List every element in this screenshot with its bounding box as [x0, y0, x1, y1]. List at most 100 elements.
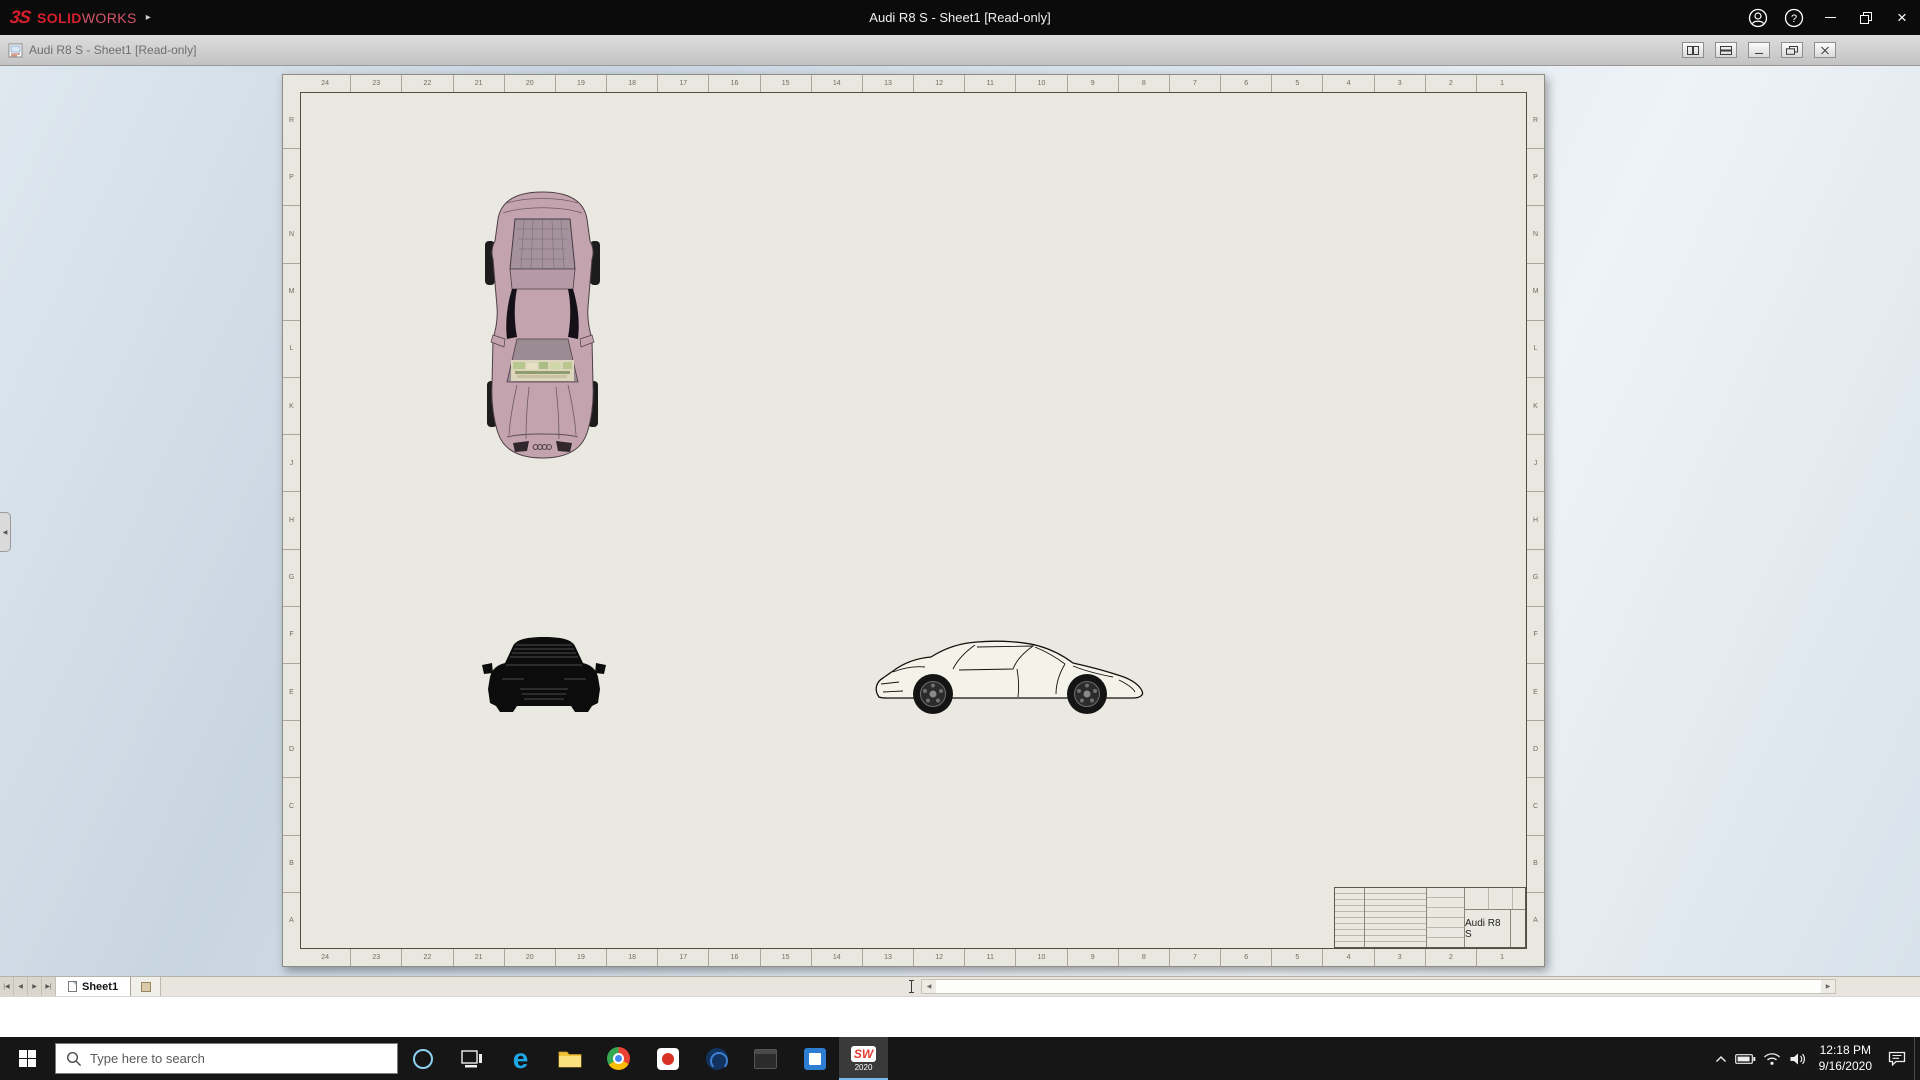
cortana-button[interactable] — [398, 1037, 447, 1080]
solidworks-taskbar-button[interactable]: SW 2020 — [839, 1037, 888, 1080]
account-button[interactable] — [1740, 0, 1776, 35]
doc-close-button[interactable] — [1814, 42, 1836, 58]
ruler-zone-label: 23 — [350, 75, 401, 92]
ruler-zone-label: 9 — [1067, 75, 1118, 92]
ruler-zone-label: 11 — [964, 75, 1015, 92]
tray-overflow-button[interactable] — [1709, 1037, 1733, 1080]
ruler-zone-label: C — [283, 777, 300, 834]
file-explorer-button[interactable] — [545, 1037, 594, 1080]
task-view-button[interactable] — [447, 1037, 496, 1080]
red-app-icon — [657, 1048, 679, 1070]
next-sheet-button[interactable]: ▶ — [28, 977, 42, 996]
edge-button[interactable]: e — [496, 1037, 545, 1080]
first-sheet-button[interactable]: |◀ — [0, 977, 14, 996]
close-icon: × — [1897, 9, 1907, 26]
scroll-right-button[interactable]: ▶ — [1821, 980, 1835, 993]
document-titlebar: Audi R8 S - Sheet1 [Read-only] — [0, 35, 1920, 66]
cortana-icon — [413, 1049, 433, 1069]
app-button-2[interactable] — [692, 1037, 741, 1080]
pane-splitter-handle[interactable] — [909, 980, 914, 993]
desktop-gap — [0, 996, 1920, 1037]
minimize-button[interactable] — [1812, 0, 1848, 35]
app-button-1[interactable] — [643, 1037, 692, 1080]
drawing-view-top[interactable] — [477, 189, 608, 461]
tab-sheet1[interactable]: Sheet1 — [56, 977, 131, 996]
ruler-zone-label: 12 — [913, 949, 964, 966]
doc-tile-vertical-button[interactable] — [1682, 42, 1704, 58]
featuremanager-flyout-tab[interactable]: ◀ — [0, 512, 11, 552]
ruler-zone-label: 8 — [1118, 949, 1169, 966]
solidworks-brand: 3S SOLIDWORKS ▸ — [0, 7, 151, 28]
ruler-zone-label: 18 — [606, 75, 657, 92]
next-sheet-icon: ▶ — [32, 984, 37, 990]
ruler-zone-label: A — [1527, 892, 1544, 949]
ruler-zone-label: 6 — [1220, 75, 1271, 92]
drawing-view-front[interactable] — [480, 633, 608, 718]
sheet-paper[interactable]: Audi R8 S — [300, 92, 1527, 949]
scroll-left-button[interactable]: ◀ — [922, 980, 936, 993]
ruler-zone-label: 14 — [811, 75, 862, 92]
close-button[interactable]: × — [1884, 0, 1920, 35]
show-desktop-button[interactable] — [1914, 1037, 1920, 1080]
drawing-sheet[interactable]: 242322212019181716151413121110987654321 … — [282, 74, 1545, 967]
volume-button[interactable] — [1785, 1037, 1811, 1080]
doc-tile-horizontal-button[interactable] — [1715, 42, 1737, 58]
ruler-zone-label: G — [283, 549, 300, 606]
ruler-zone-label: A — [283, 892, 300, 949]
ruler-zone-label: P — [1527, 148, 1544, 205]
taskbar-search-box[interactable] — [55, 1043, 398, 1074]
battery-button[interactable] — [1733, 1037, 1759, 1080]
action-center-button[interactable] — [1880, 1037, 1914, 1080]
ruler-zone-label: B — [283, 835, 300, 892]
ruler-zone-label: 10 — [1015, 949, 1066, 966]
title-block-part-name: Audi R8 S — [1465, 910, 1525, 947]
graphics-area[interactable]: ◀ 24232221201918171615141312111098765432… — [0, 66, 1920, 976]
chrome-button[interactable] — [594, 1037, 643, 1080]
solidworks-year-badge: 2020 — [855, 1063, 873, 1072]
ruler-right: RPNMLKJHGFEDCBA — [1527, 92, 1544, 949]
help-button[interactable]: ? — [1776, 0, 1812, 35]
last-sheet-button[interactable]: ▶| — [42, 977, 56, 996]
chevron-up-icon — [1715, 1055, 1727, 1063]
prev-sheet-button[interactable]: ◀ — [14, 977, 28, 996]
taskbar-clock[interactable]: 12:18 PM 9/16/2020 — [1811, 1043, 1880, 1074]
start-button[interactable] — [0, 1037, 55, 1080]
horizontal-scrollbar[interactable]: ◀ ▶ — [921, 979, 1836, 994]
title-block-grid — [1335, 888, 1427, 947]
doc-restore-button[interactable] — [1781, 42, 1803, 58]
ruler-zone-label: 2 — [1425, 949, 1476, 966]
restore-icon — [1860, 12, 1872, 24]
add-sheet-tab[interactable] — [131, 977, 161, 996]
doc-minimize-button[interactable] — [1748, 42, 1770, 58]
ruler-zone-label: M — [283, 263, 300, 320]
ruler-zone-label: 22 — [401, 75, 452, 92]
scroll-left-icon: ◀ — [927, 984, 932, 990]
ruler-left: RPNMLKJHGFEDCBA — [283, 92, 300, 949]
ruler-zone-label: 2 — [1425, 75, 1476, 92]
search-input[interactable] — [90, 1051, 397, 1066]
clock-time: 12:18 PM — [1819, 1043, 1872, 1059]
restore-button[interactable] — [1848, 0, 1884, 35]
clock-date: 9/16/2020 — [1819, 1059, 1872, 1075]
ruler-zone-label: H — [283, 491, 300, 548]
drawing-view-side[interactable] — [869, 636, 1153, 718]
edge-icon: e — [513, 1045, 529, 1073]
ruler-zone-label: 20 — [504, 75, 555, 92]
app-button-4[interactable] — [790, 1037, 839, 1080]
windows-taskbar: e SW 2020 12:18 PM 9/16/2020 — [0, 1037, 1920, 1080]
menu-expand-arrow-icon[interactable]: ▸ — [146, 12, 151, 23]
minimize-icon — [1825, 17, 1836, 18]
app-button-3[interactable] — [741, 1037, 790, 1080]
ruler-zone-label: E — [283, 663, 300, 720]
ruler-zone-label: 13 — [862, 949, 913, 966]
terminal-app-icon — [754, 1049, 777, 1069]
doc-minimize-icon — [1753, 46, 1765, 55]
ruler-zone-label: 19 — [555, 949, 606, 966]
dassault-logo-icon: 3S — [9, 7, 32, 28]
network-button[interactable] — [1759, 1037, 1785, 1080]
ruler-zone-label: J — [1527, 434, 1544, 491]
ruler-zone-label: 5 — [1271, 75, 1322, 92]
ruler-zone-label: 7 — [1169, 949, 1220, 966]
sheet-page-icon — [68, 981, 77, 992]
tile-horizontal-icon — [1720, 46, 1732, 55]
